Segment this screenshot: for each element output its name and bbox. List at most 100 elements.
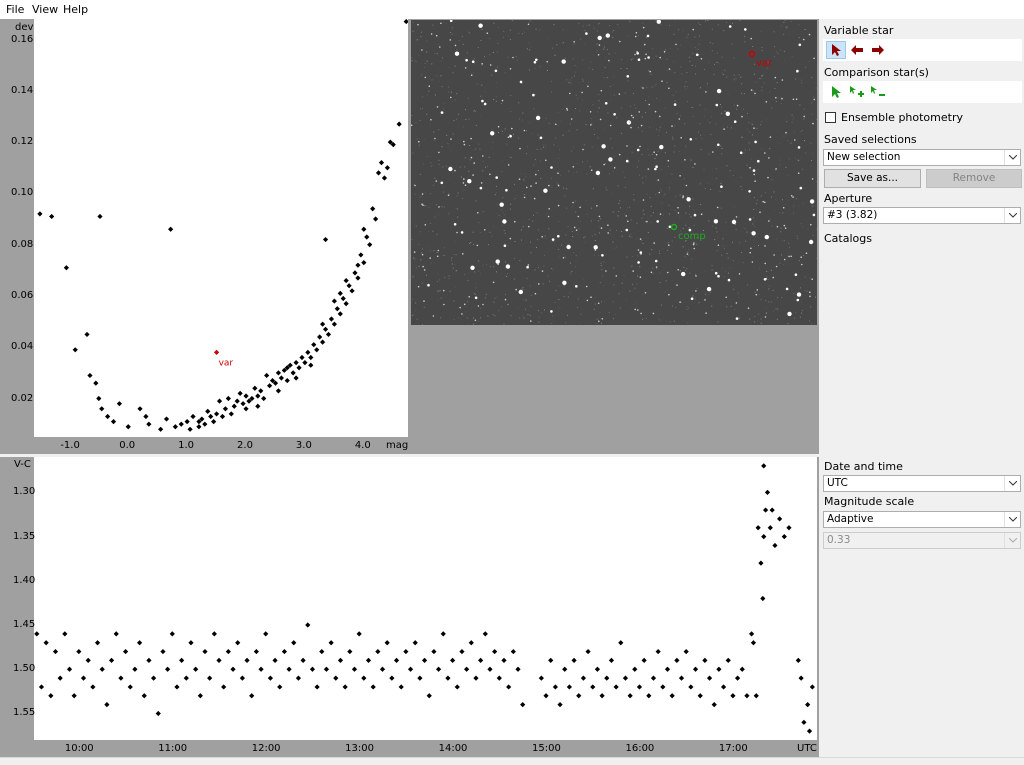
- select-variable-button[interactable]: [826, 41, 846, 59]
- noise-pixel: [631, 219, 632, 220]
- noise-pixel: [419, 146, 420, 147]
- noise-pixel: [602, 276, 603, 277]
- noise-pixel: [704, 69, 705, 70]
- noise-pixel: [415, 303, 416, 304]
- star: [647, 56, 650, 59]
- noise-pixel: [789, 134, 790, 135]
- noise-pixel: [510, 209, 511, 210]
- lightcurve-plot-area[interactable]: [34, 457, 817, 740]
- right-arrow-icon: [871, 44, 885, 56]
- data-point: [86, 658, 91, 663]
- menu-help[interactable]: Help: [63, 3, 88, 16]
- noise-pixel: [784, 135, 785, 136]
- variable-star-marker[interactable]: [750, 52, 755, 57]
- noise-pixel: [691, 160, 692, 161]
- remove-button[interactable]: Remove: [926, 169, 1022, 188]
- noise-pixel: [684, 86, 685, 87]
- noise-pixel: [582, 59, 583, 60]
- star: [748, 307, 750, 309]
- noise-pixel: [705, 109, 706, 110]
- noise-pixel: [595, 234, 596, 235]
- noise-pixel: [815, 297, 816, 298]
- data-point: [352, 667, 357, 672]
- menu-view[interactable]: View: [32, 3, 58, 16]
- noise-pixel: [749, 131, 750, 132]
- noise-pixel: [645, 112, 646, 113]
- noise-pixel: [761, 47, 762, 48]
- noise-pixel: [685, 213, 686, 214]
- aperture-combo[interactable]: #3 (3.82): [823, 207, 1021, 224]
- lightcurve-ylabel: V-C: [14, 459, 31, 470]
- noise-pixel: [672, 241, 673, 242]
- select-comparison-button[interactable]: [826, 83, 846, 101]
- noise-pixel: [423, 163, 424, 164]
- add-comparison-button[interactable]: [847, 83, 867, 101]
- noise-pixel: [612, 31, 613, 32]
- data-point: [244, 658, 249, 663]
- star: [450, 20, 453, 22]
- star: [481, 182, 483, 184]
- star: [701, 58, 703, 60]
- noise-pixel: [571, 206, 572, 207]
- noise-pixel: [798, 205, 799, 206]
- comparison-star-marker[interactable]: [672, 225, 677, 230]
- date-time-combo[interactable]: UTC: [823, 475, 1021, 492]
- star: [741, 116, 743, 118]
- noise-pixel: [756, 203, 757, 204]
- star: [754, 141, 757, 144]
- noise-pixel: [655, 194, 656, 195]
- star: [562, 281, 566, 285]
- noise-pixel: [766, 307, 767, 308]
- noise-pixel: [441, 298, 442, 299]
- next-variable-button[interactable]: [868, 41, 888, 59]
- noise-pixel: [413, 258, 414, 259]
- star: [455, 45, 457, 47]
- save-as-button[interactable]: Save as...: [824, 169, 921, 188]
- prev-variable-button[interactable]: [847, 41, 867, 59]
- noise-pixel: [441, 75, 442, 76]
- star: [417, 24, 419, 26]
- noise-pixel: [665, 292, 666, 293]
- noise-pixel: [435, 94, 436, 95]
- noise-pixel: [688, 249, 689, 250]
- scatter-ytick: 0.04: [11, 341, 33, 352]
- noise-pixel: [624, 275, 625, 276]
- data-point: [385, 165, 390, 170]
- noise-pixel: [744, 93, 745, 94]
- star: [510, 68, 512, 70]
- star: [677, 207, 679, 209]
- noise-pixel: [762, 50, 763, 51]
- noise-pixel: [613, 267, 614, 268]
- noise-pixel: [415, 194, 416, 195]
- noise-pixel: [801, 223, 802, 224]
- star-field-image[interactable]: varcomp: [411, 20, 817, 325]
- noise-pixel: [694, 36, 695, 37]
- cursor-icon: [830, 85, 842, 99]
- noise-pixel: [582, 162, 583, 163]
- data-point: [688, 684, 693, 689]
- mag-scale-combo[interactable]: Adaptive: [823, 511, 1021, 528]
- menu-file[interactable]: File: [6, 3, 24, 16]
- noise-pixel: [634, 104, 635, 105]
- noise-pixel: [670, 70, 671, 71]
- noise-pixel: [509, 156, 510, 157]
- noise-pixel: [496, 186, 497, 187]
- noise-pixel: [480, 232, 481, 233]
- noise-pixel: [645, 100, 646, 101]
- noise-pixel: [675, 101, 676, 102]
- scatter-plot-area[interactable]: var: [34, 19, 408, 437]
- remove-comparison-button[interactable]: [868, 83, 888, 101]
- data-point: [450, 658, 455, 663]
- star: [641, 125, 643, 127]
- noise-pixel: [698, 49, 699, 50]
- star: [422, 204, 424, 206]
- noise-pixel: [448, 87, 449, 88]
- noise-pixel: [686, 147, 687, 148]
- star: [614, 167, 616, 169]
- saved-selections-combo[interactable]: New selection: [823, 149, 1021, 166]
- ensemble-checkbox[interactable]: [825, 112, 836, 123]
- scale-value-combo[interactable]: 0.33: [823, 532, 1021, 549]
- star: [637, 261, 640, 264]
- noise-pixel: [451, 257, 452, 258]
- noise-pixel: [672, 174, 673, 175]
